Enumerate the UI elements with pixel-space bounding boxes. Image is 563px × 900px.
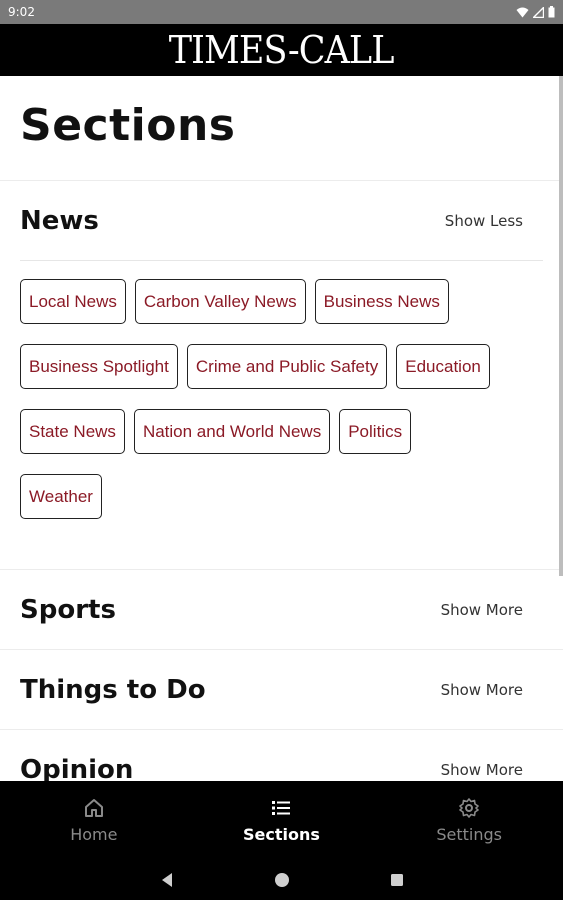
chip-education[interactable]: Education <box>396 344 490 389</box>
chip-business-news[interactable]: Business News <box>314 279 449 324</box>
system-nav-bar <box>0 859 563 900</box>
news-chip-list: Local News Carbon Valley News Business N… <box>0 261 520 569</box>
recents-icon[interactable] <box>390 873 404 887</box>
chip-weather[interactable]: Weather <box>20 474 102 519</box>
page-title: Sections <box>20 100 236 151</box>
section-header-things-to-do[interactable]: Things to Do Show More <box>0 649 563 729</box>
scroll-indicator <box>559 76 563 576</box>
section-title-news: News <box>20 205 99 236</box>
section-header-news: News Show Less <box>0 180 563 260</box>
battery-icon <box>548 6 555 18</box>
nav-home-label: Home <box>70 824 118 844</box>
show-more-button-opinion[interactable]: Show More <box>441 761 523 779</box>
bottom-nav: Home Sections Settings <box>0 781 563 859</box>
section-header-sports[interactable]: Sports Show More <box>0 569 563 649</box>
status-time: 9:02 <box>8 5 35 19</box>
nav-home[interactable]: Home <box>24 797 164 844</box>
nav-sections[interactable]: Sections <box>211 797 351 844</box>
signal-icon <box>533 6 544 18</box>
show-more-button-things-to-do[interactable]: Show More <box>441 681 523 699</box>
section-title-sports: Sports <box>20 594 116 625</box>
chip-politics[interactable]: Politics <box>339 409 412 454</box>
show-more-button-sports[interactable]: Show More <box>441 601 523 619</box>
wifi-icon <box>516 7 529 17</box>
section-title-opinion: Opinion <box>20 754 134 782</box>
home-circle-icon[interactable] <box>274 872 290 888</box>
home-icon <box>84 798 103 817</box>
chip-nation-and-world-news[interactable]: Nation and World News <box>133 409 331 454</box>
list-icon <box>272 800 291 815</box>
nav-settings-label: Settings <box>436 824 502 844</box>
section-header-opinion[interactable]: Opinion Show More <box>0 729 563 781</box>
sections-content[interactable]: Sections News Show Less Local News Carbo… <box>0 76 563 781</box>
times-call-logo: TIMES-CALL <box>169 28 395 72</box>
show-less-button-news[interactable]: Show Less <box>445 212 523 230</box>
chip-state-news[interactable]: State News <box>20 409 125 454</box>
status-bar: 9:02 <box>0 0 563 24</box>
chip-crime-and-public-safety[interactable]: Crime and Public Safety <box>186 344 388 389</box>
back-icon[interactable] <box>160 872 174 888</box>
status-icons <box>516 6 555 18</box>
chip-local-news[interactable]: Local News <box>20 279 126 324</box>
chip-carbon-valley-news[interactable]: Carbon Valley News <box>134 279 306 324</box>
chip-business-spotlight[interactable]: Business Spotlight <box>20 344 178 389</box>
masthead: TIMES-CALL <box>0 24 563 76</box>
section-title-things-to-do: Things to Do <box>20 674 206 705</box>
section-news: News Show Less Local News Carbon Valley … <box>0 180 563 569</box>
gear-icon <box>459 797 479 818</box>
nav-sections-label: Sections <box>243 824 320 844</box>
nav-settings[interactable]: Settings <box>399 797 539 844</box>
